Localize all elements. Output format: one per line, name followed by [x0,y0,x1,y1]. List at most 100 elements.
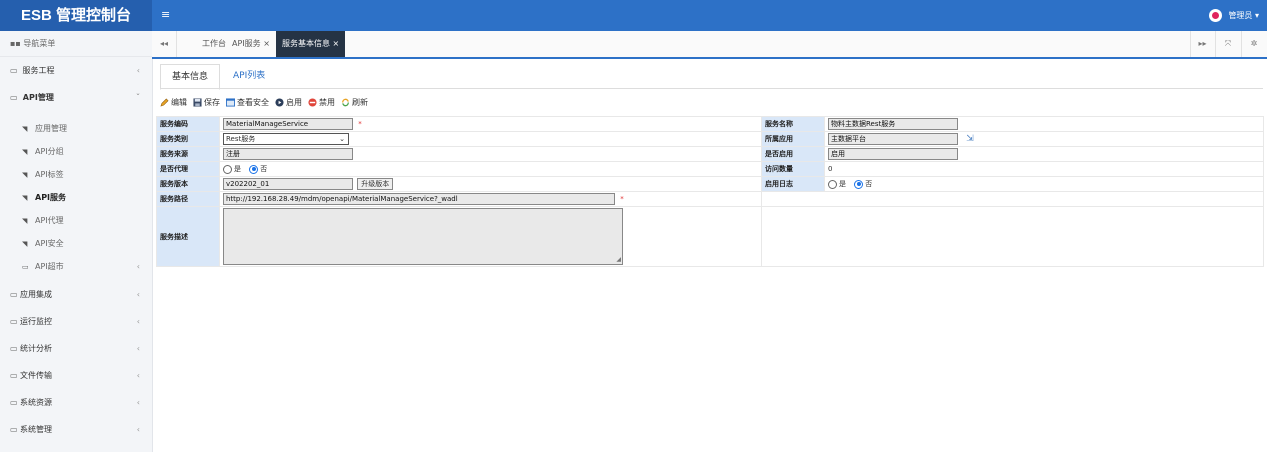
service-path-field[interactable]: http://192.168.28.49/mdm/openapi/Materia… [223,193,615,205]
form-row: 服务来源 注册 是否启用 启用 [156,146,1264,162]
chevron-left-icon: ‹ [136,66,140,75]
enable-button[interactable]: 启用 [275,97,302,108]
hamburger-icon[interactable]: ≡ [161,0,170,31]
version-field[interactable]: v202202_01 [223,178,353,190]
log-yes-radio[interactable] [828,179,837,189]
sidebar-item-monitoring[interactable]: ▭ 运行监控 ‹ [0,308,152,335]
sidebar-subitem-api-market[interactable]: ▭ API超市 ‹ [0,255,152,278]
save-button[interactable]: 保存 [193,97,220,108]
edit-button[interactable]: 编辑 [160,97,187,108]
window-icon [226,97,235,107]
chevron-down-icon: ⌄ [339,135,345,143]
sidebar-item-system-management[interactable]: ▭ 系统管理 ‹ [0,416,152,443]
form-row: 服务类别 Rest服务 ⌄ 所属应用 主数据平台 ⇲ [156,131,1264,147]
chevron-left-icon: ‹ [136,344,140,353]
top-bar: ESB 管理控制台 ≡ 管理员 ▾ [0,0,1267,31]
service-name-field[interactable]: 物料主数据Rest服务 [828,118,958,130]
visit-count-value: 0 [828,165,833,173]
grid-icon: ▪▪ [10,39,21,48]
service-code-field[interactable]: MaterialManageService [223,118,353,130]
tag-icon: ◥ [22,125,28,133]
sidebar-item-system-resources[interactable]: ▭ 系统资源 ‹ [0,389,152,416]
folder-icon: ▭ [10,66,18,75]
folder-icon: ▭ [10,317,18,326]
service-name-label: 服务名称 [761,116,825,132]
chevron-left-icon: ‹ [136,371,140,380]
ban-icon [308,97,317,107]
sidebar-item-statistics[interactable]: ▭ 统计分析 ‹ [0,335,152,362]
fullscreen-icon[interactable]: ⤧ [1215,31,1241,57]
folder-icon: ▭ [10,93,18,102]
folder-icon: ▭ [22,263,29,271]
sidebar-item-service-project[interactable]: ▭ 服务工程 ‹ [0,57,152,84]
action-toolbar: 编辑 保存 查看安全 启用 禁用 刷新 [160,95,374,109]
description-textarea[interactable]: ◢ [223,208,623,265]
chevron-down-icon: ˇ [136,93,140,102]
enabled-field[interactable]: 启用 [828,148,958,160]
service-type-select[interactable]: Rest服务 ⌄ [223,133,349,145]
version-label: 服务版本 [156,176,220,192]
lookup-icon[interactable]: ⇲ [966,134,974,144]
location-pin-icon [1209,9,1223,22]
sidebar-subitem-api-service[interactable]: ◥ API服务 [0,186,152,209]
subtab-api-list[interactable]: API列表 [222,64,276,88]
upgrade-version-button[interactable]: 升级版本 [357,178,394,190]
log-label: 启用日志 [761,176,825,192]
tab-service-basic-info[interactable]: 服务基本信息 × [276,31,346,57]
chevron-left-icon: ‹ [136,262,140,271]
brand-logo[interactable]: ESB 管理控制台 [0,0,152,31]
tag-icon: ◥ [22,148,28,156]
sidebar-item-file-transfer[interactable]: ▭ 文件传输 ‹ [0,362,152,389]
form-row: 服务版本 v202202_01 升级版本 启用日志 是 否 [156,176,1264,192]
tab-scroll-left-icon[interactable]: ◂◂ [152,31,176,57]
required-mark: * [358,120,362,128]
sidebar-subitem-app-management[interactable]: ◥ 应用管理 [0,117,152,140]
visit-count-label: 访问数量 [761,161,825,177]
sidebar-subitem-api-tag[interactable]: ◥ API标签 [0,163,152,186]
chevron-left-icon: ‹ [136,290,140,299]
subtab-basic-info[interactable]: 基本信息 [160,64,221,90]
user-label[interactable]: 管理员 ▾ [1228,10,1259,21]
folder-icon: ▭ [10,398,18,407]
proxy-label: 是否代理 [156,161,220,177]
source-field[interactable]: 注册 [223,148,353,160]
folder-icon: ▭ [10,290,18,299]
sidebar-subitem-api-security[interactable]: ◥ API安全 [0,232,152,255]
user-menu[interactable]: 管理员 ▾ [1209,0,1259,31]
resize-grip-icon[interactable]: ◢ [616,256,621,263]
enabled-label: 是否启用 [761,146,825,162]
disable-button[interactable]: 禁用 [308,97,335,108]
proxy-no-radio[interactable] [249,164,259,174]
form-row: 服务路径 http://192.168.28.49/mdm/openapi/Ma… [156,191,1264,207]
tag-icon: ◥ [22,240,28,248]
required-mark: * [620,195,624,203]
chevron-left-icon: ‹ [136,425,140,434]
form-row: 服务编码 MaterialManageService * 服务名称 物料主数据R… [156,116,1264,132]
page-tab-bar: ◂◂ 工作台 API服务 × 服务基本信息 × ▸▸ ⤧ ✲ [152,31,1267,59]
gear-icon[interactable]: ✲ [1241,31,1267,57]
service-type-label: 服务类别 [156,131,220,147]
sidebar-title: ▪▪ 导航菜单 [0,31,152,57]
refresh-button[interactable]: 刷新 [341,97,368,108]
view-security-button[interactable]: 查看安全 [226,97,269,108]
sidebar-item-api-management[interactable]: ▭ API管理 ˇ [0,84,152,111]
proxy-yes-radio[interactable] [223,164,232,174]
sidebar: ▪▪ 导航菜单 ▭ 服务工程 ‹ ▭ API管理 ˇ ◥ 应用管理 ◥ API分组 … [0,31,153,452]
tab-api-service[interactable]: API服务 × [226,31,276,57]
service-code-label: 服务编码 [156,116,220,132]
tab-scroll-right-icon[interactable]: ▸▸ [1190,31,1215,57]
log-no-radio[interactable] [854,179,864,189]
chevron-left-icon: ‹ [136,398,140,407]
refresh-icon [342,98,349,106]
app-label: 所属应用 [761,131,825,147]
sidebar-subitem-api-group[interactable]: ◥ API分组 [0,140,152,163]
folder-icon: ▭ [10,425,18,434]
source-label: 服务来源 [156,146,220,162]
chevron-left-icon: ‹ [136,317,140,326]
tag-icon: ◥ [22,194,28,202]
sidebar-subitem-api-proxy[interactable]: ◥ API代理 [0,209,152,232]
path-label: 服务路径 [156,191,220,207]
folder-icon: ▭ [10,371,18,380]
app-field[interactable]: 主数据平台 [828,133,958,145]
sidebar-item-app-integration[interactable]: ▭ 应用集成 ‹ [0,281,152,308]
